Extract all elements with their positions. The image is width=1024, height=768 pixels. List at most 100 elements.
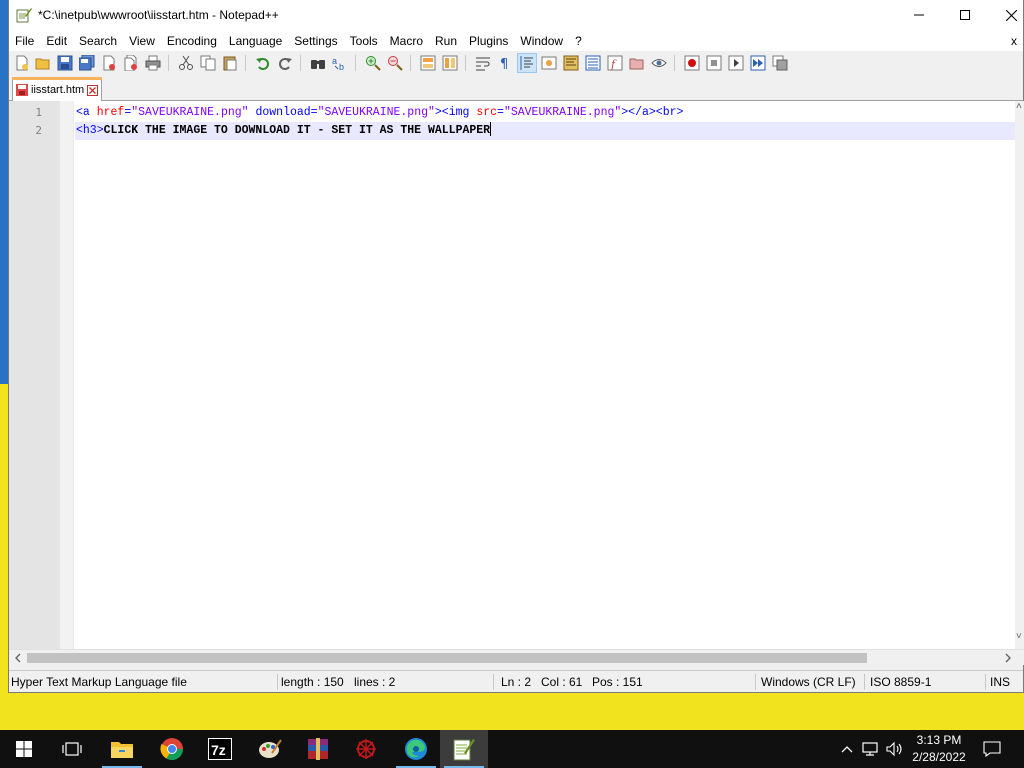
close-button[interactable] [988, 0, 1024, 30]
taskbar-red-app[interactable] [342, 730, 390, 768]
open-file-button[interactable] [33, 53, 53, 73]
taskbar-winrar[interactable] [294, 730, 342, 768]
record-macro-button[interactable] [682, 53, 702, 73]
tab-iisstart[interactable]: iisstart.htm [12, 77, 102, 101]
new-file-icon [16, 55, 28, 71]
run-macro-multiple-button[interactable] [748, 53, 768, 73]
menu-help[interactable]: ? [569, 31, 588, 51]
folder-as-workspace-button[interactable] [627, 53, 647, 73]
sync-horizontal-button[interactable] [440, 53, 460, 73]
7zip-icon: 7z [208, 738, 232, 760]
user-defined-language-button[interactable] [539, 53, 559, 73]
find-button[interactable] [308, 53, 328, 73]
close-icon [1005, 9, 1017, 21]
save-all-button[interactable] [77, 53, 97, 73]
code-token: "SAVEUKRAINE.png" [131, 106, 249, 119]
code-token: ></a><br> [621, 106, 684, 119]
code-line[interactable]: <a href="SAVEUKRAINE.png" download="SAVE… [75, 104, 1021, 122]
replace-button[interactable]: ab [330, 53, 350, 73]
minimize-button[interactable] [896, 0, 942, 30]
code-line-current[interactable]: <h3>CLICK THE IMAGE TO DOWNLOAD IT - SET… [75, 122, 1021, 140]
word-wrap-button[interactable] [473, 53, 493, 73]
toolbar-separator [245, 55, 246, 71]
save-button[interactable] [55, 53, 75, 73]
indent-guide-button[interactable] [517, 53, 537, 73]
scroll-right-arrow-icon[interactable] [1004, 653, 1012, 663]
scroll-left-arrow-icon[interactable] [14, 653, 22, 663]
status-divider [493, 674, 494, 690]
scroll-down-arrow-icon[interactable]: ˅ [1016, 631, 1022, 642]
menu-plugins[interactable]: Plugins [463, 31, 514, 51]
taskbar-notepadpp[interactable] [440, 730, 488, 768]
menu-search[interactable]: Search [73, 31, 123, 51]
playback-macro-button[interactable] [726, 53, 746, 73]
menu-run[interactable]: Run [429, 31, 463, 51]
menu-file[interactable]: File [9, 31, 40, 51]
taskbar-file-explorer[interactable] [98, 730, 146, 768]
status-encoding: ISO 8859-1 [870, 675, 932, 689]
code-token: ><img [434, 106, 477, 119]
redo-icon [279, 58, 292, 70]
start-button[interactable] [0, 730, 48, 768]
volume-tray-button[interactable] [884, 730, 906, 768]
code-token: CLICK THE IMAGE TO DOWNLOAD IT - SET IT … [103, 124, 491, 137]
paint-icon [259, 739, 282, 758]
taskbar-7zip[interactable]: 7z [196, 730, 244, 768]
menu-close-doc-button[interactable]: x [1011, 31, 1023, 51]
notifications-button[interactable] [978, 730, 1006, 768]
zoom-in-button[interactable] [363, 53, 383, 73]
monitoring-button[interactable] [649, 53, 669, 73]
zoom-in-icon [366, 56, 381, 71]
show-hidden-icons-button[interactable] [838, 730, 856, 768]
undo-button[interactable] [253, 53, 273, 73]
menu-macro[interactable]: Macro [384, 31, 429, 51]
function-list-button[interactable]: f [605, 53, 625, 73]
task-view-button[interactable] [48, 730, 96, 768]
menu-encoding[interactable]: Encoding [161, 31, 223, 51]
taskbar-edge[interactable] [392, 730, 440, 768]
tab-close-icon[interactable] [87, 85, 98, 96]
document-map-button[interactable] [561, 53, 581, 73]
new-file-button[interactable] [12, 53, 32, 73]
copy-button[interactable] [198, 53, 218, 73]
zoom-out-button[interactable] [385, 53, 405, 73]
sync-vertical-button[interactable] [418, 53, 438, 73]
indent-guide-icon [520, 56, 533, 70]
function-list-icon: f [607, 55, 623, 71]
status-line-number: Ln : 2 [501, 675, 532, 689]
maximize-button[interactable] [942, 0, 988, 30]
redo-button[interactable] [275, 53, 295, 73]
menu-window[interactable]: Window [514, 31, 569, 51]
toolbar-separator [168, 55, 169, 71]
close-all-button[interactable] [121, 53, 141, 73]
vertical-scrollbar[interactable]: ˄ ˅ [1015, 101, 1024, 649]
horizontal-scrollbar[interactable] [9, 649, 1024, 665]
menu-edit[interactable]: Edit [40, 31, 73, 51]
taskbar-paint[interactable] [246, 730, 294, 768]
menu-tools[interactable]: Tools [344, 31, 384, 51]
network-tray-button[interactable] [860, 730, 882, 768]
clock-date: 2/28/2022 [912, 750, 966, 764]
taskbar-clock[interactable]: 3:13 PM 2/28/2022 [906, 732, 972, 766]
code-token: "SAVEUKRAINE.png" [317, 106, 435, 119]
save-macro-button[interactable] [770, 53, 790, 73]
pilcrow-icon: ¶ [500, 57, 508, 71]
stop-recording-button[interactable] [704, 53, 724, 73]
paste-button[interactable] [220, 53, 240, 73]
close-file-button[interactable] [99, 53, 119, 73]
code-editor[interactable]: 1 2 <a href="SAVEUKRAINE.png" download="… [9, 101, 1024, 649]
fold-margin[interactable] [60, 101, 74, 649]
taskbar-chrome[interactable] [148, 730, 196, 768]
menu-settings[interactable]: Settings [288, 31, 343, 51]
scroll-up-arrow-icon[interactable]: ˄ [1016, 101, 1022, 112]
print-button[interactable] [143, 53, 163, 73]
document-list-button[interactable] [583, 53, 603, 73]
menu-view[interactable]: View [123, 31, 161, 51]
horizontal-scroll-thumb[interactable] [27, 653, 867, 663]
title-bar[interactable]: *C:\inetpub\wwwroot\iisstart.htm - Notep… [9, 0, 1023, 31]
line-number: 1 [35, 106, 42, 119]
cut-button[interactable] [176, 53, 196, 73]
menu-language[interactable]: Language [223, 31, 288, 51]
save-macro-icon [772, 55, 788, 71]
show-all-characters-button[interactable]: ¶ [495, 53, 515, 73]
